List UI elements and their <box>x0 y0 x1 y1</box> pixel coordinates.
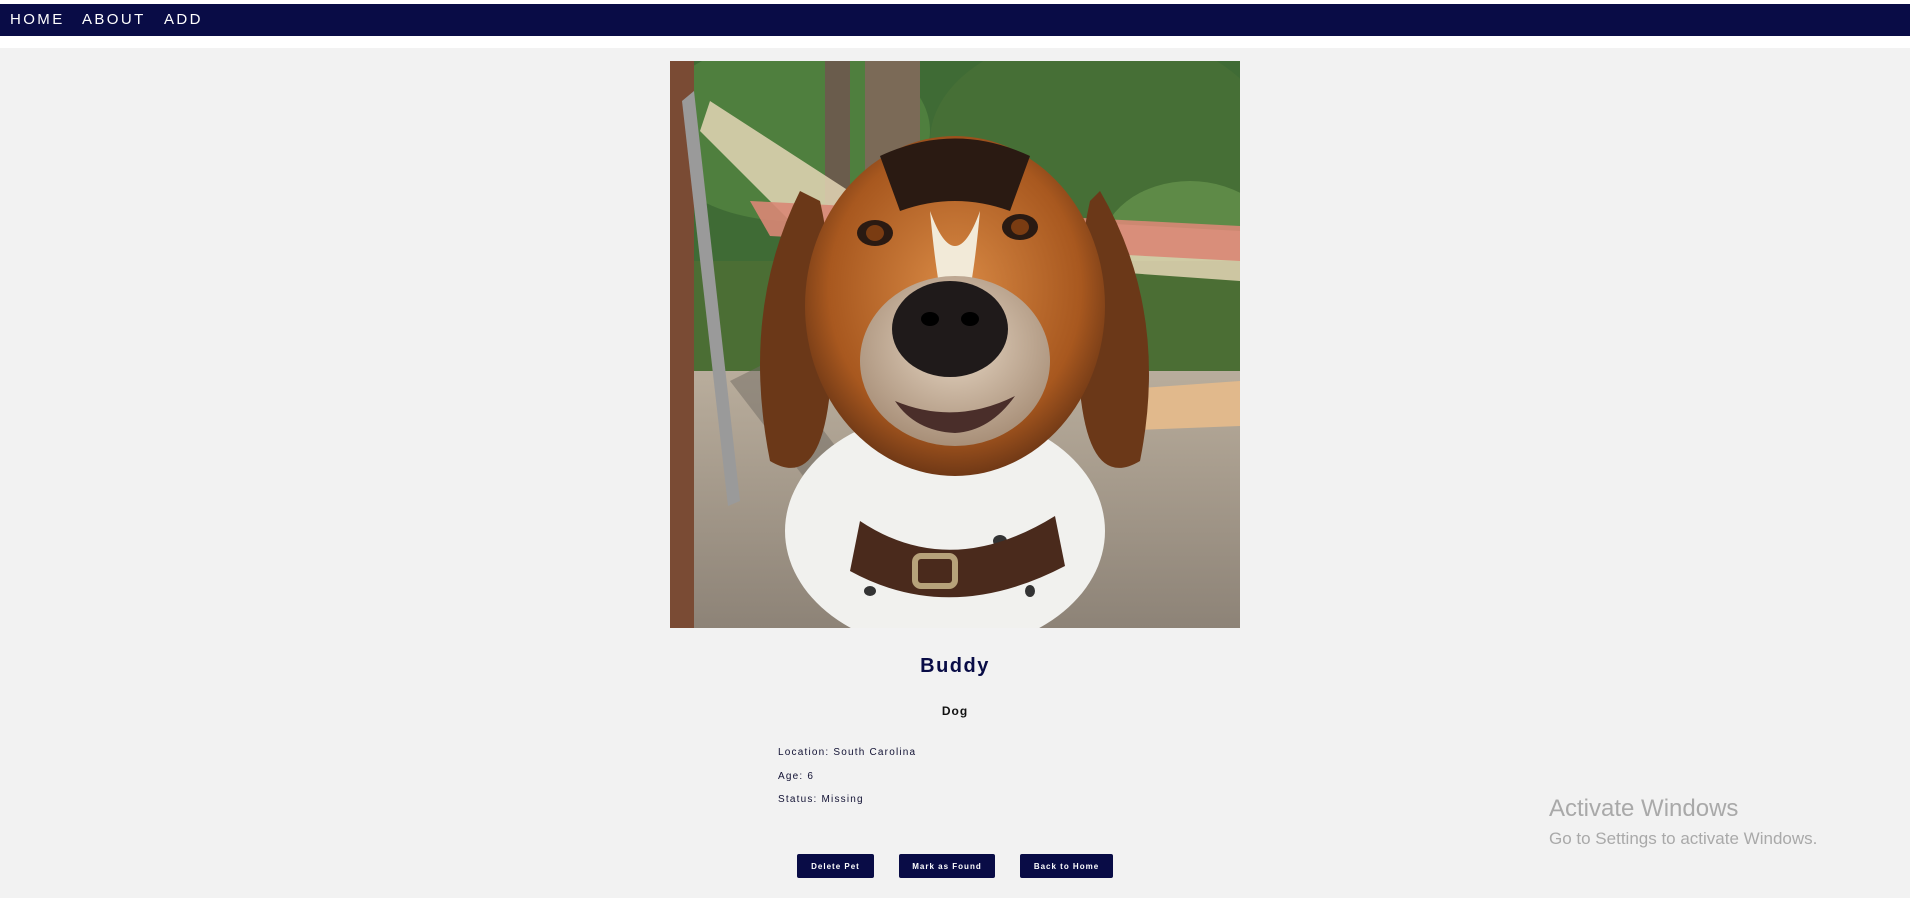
pet-photo <box>670 61 1240 628</box>
activate-windows-subtitle: Go to Settings to activate Windows. <box>1549 829 1818 848</box>
pet-location: Location: South Carolina <box>778 747 917 758</box>
pet-age: Age: 6 <box>778 771 815 782</box>
nav-about-link[interactable]: ABOUT <box>82 11 146 28</box>
pet-name: Buddy <box>920 655 990 677</box>
pet-type: Dog <box>941 704 969 718</box>
pet-status: Status: Missing <box>778 794 864 805</box>
top-navbar: HOME ABOUT ADD <box>0 4 1910 36</box>
activate-windows-title: Activate Windows <box>1549 795 1739 822</box>
mark-as-found-button[interactable]: Mark as Found <box>899 854 995 878</box>
nav-home-link[interactable]: HOME <box>10 11 65 28</box>
nav-spacer <box>0 36 1910 48</box>
delete-pet-button[interactable]: Delete Pet <box>797 854 874 878</box>
nav-add-link[interactable]: ADD <box>164 11 203 28</box>
back-to-home-button[interactable]: Back to Home <box>1020 854 1113 878</box>
